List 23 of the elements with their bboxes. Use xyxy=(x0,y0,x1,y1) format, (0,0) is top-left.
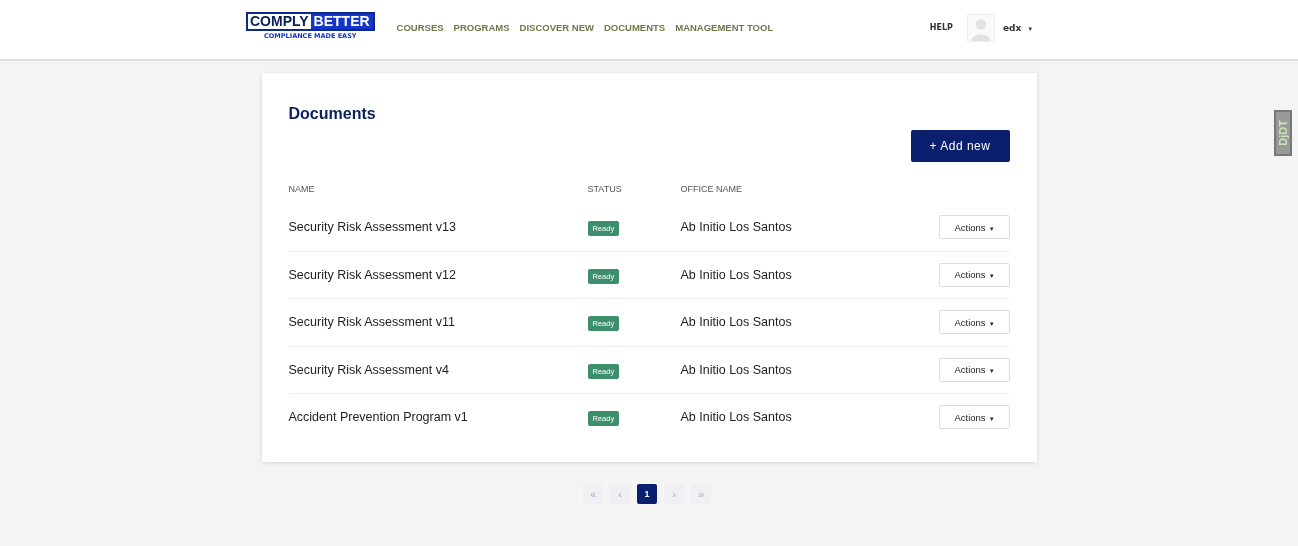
office-name: Ab Initio Los Santos xyxy=(680,362,793,377)
document-name: Security Risk Assessment v12 xyxy=(288,267,457,282)
column-header: OFFICE NAME xyxy=(680,184,743,194)
office-name: Ab Initio Los Santos xyxy=(680,267,793,282)
nav-link[interactable]: MANAGEMENT TOOL xyxy=(675,22,774,33)
document-name: Security Risk Assessment v11 xyxy=(288,315,456,330)
nav-link[interactable]: DOCUMENTS xyxy=(604,22,666,33)
document-name: Security Risk Assessment v4 xyxy=(288,362,450,377)
office-name: Ab Initio Los Santos xyxy=(680,315,793,330)
avatar-icon[interactable] xyxy=(967,13,995,42)
document-name: Accident Prevention Program v1 xyxy=(288,410,469,425)
document-name: Security Risk Assessment v13 xyxy=(288,220,457,235)
page-button[interactable]: 1 xyxy=(637,484,657,504)
column-header: STATUS xyxy=(587,184,623,194)
nav-link[interactable]: DISCOVER NEW xyxy=(519,22,594,33)
add-new-button[interactable]: + Add new xyxy=(910,130,1010,162)
office-name: Ab Initio Los Santos xyxy=(680,220,793,235)
help-link[interactable]: HELP xyxy=(929,23,953,32)
nav-link[interactable]: COURSES xyxy=(396,22,444,33)
column-header: NAME xyxy=(288,184,316,194)
page-title: Documents xyxy=(288,105,377,123)
office-name: Ab Initio Los Santos xyxy=(680,410,793,425)
nav-link[interactable]: PROGRAMS xyxy=(453,22,510,33)
